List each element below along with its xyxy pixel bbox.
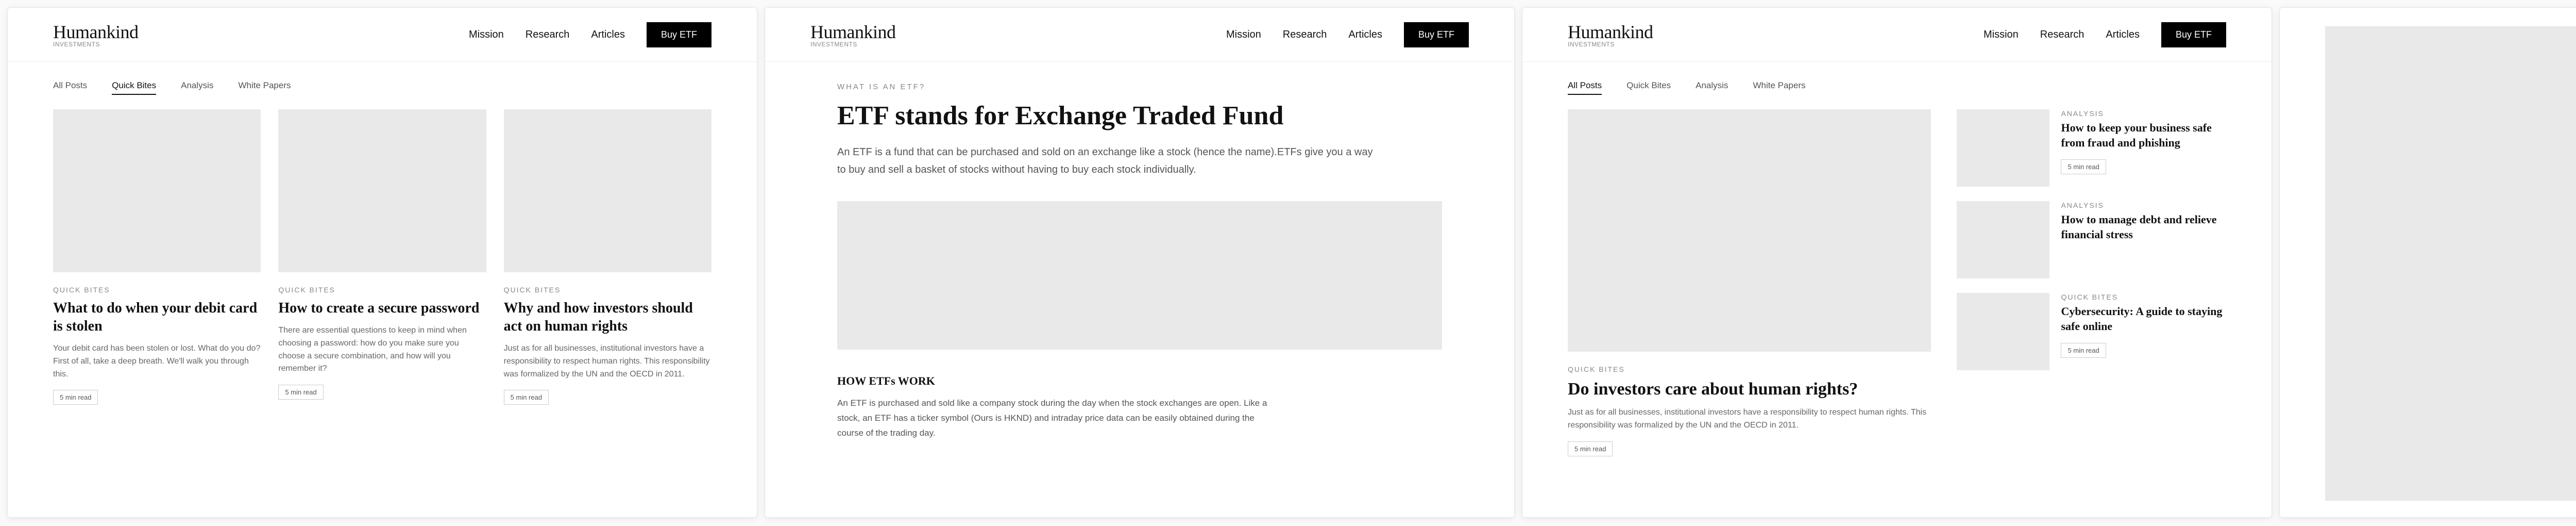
filter-quick[interactable]: Quick Bites <box>112 80 156 95</box>
article-thumbnail <box>1957 201 2049 278</box>
sidebar-article[interactable]: ANALYSIS How to keep your business safe … <box>1957 109 2226 187</box>
category-filter: All Posts Quick Bites Analysis White Pap… <box>1522 62 2272 109</box>
nav-articles[interactable]: Articles <box>2106 29 2140 41</box>
article-title: Cybersecurity: A guide to staying safe o… <box>2061 304 2226 334</box>
article-thumbnail <box>278 109 486 272</box>
article-category: QUICK BITES <box>278 286 486 294</box>
logo[interactable]: Humankind INVESTMENTS <box>1568 21 1653 48</box>
filter-white[interactable]: White Papers <box>238 80 291 95</box>
nav-mission[interactable]: Mission <box>1226 29 1261 41</box>
article-thumbnail <box>1957 109 2049 187</box>
filter-analysis[interactable]: Analysis <box>181 80 213 95</box>
article-excerpt: Just as for all businesses, institutiona… <box>1568 406 1931 432</box>
article-subhead: HOW ETFs WORK <box>837 374 1442 388</box>
article-category: QUICK BITES <box>2061 293 2226 301</box>
wireframe-article: Humankind INVESTMENTS Mission Research A… <box>765 7 1515 518</box>
filter-quick[interactable]: Quick Bites <box>1626 80 1671 95</box>
article-excerpt: There are essential questions to keep in… <box>278 324 486 375</box>
article-card[interactable]: QUICK BITES What to do when your debit c… <box>53 109 261 405</box>
wireframe-blog-feature: Humankind INVESTMENTS Mission Research A… <box>1522 7 2272 518</box>
primary-nav: Mission Research Articles Buy ETF <box>1984 22 2226 47</box>
buy-etf-button[interactable]: Buy ETF <box>647 22 711 47</box>
nav-research[interactable]: Research <box>2040 29 2084 41</box>
benefit-image <box>2325 26 2576 501</box>
primary-nav: Mission Research Articles Buy ETF <box>1226 22 1469 47</box>
filter-analysis[interactable]: Analysis <box>1696 80 1728 95</box>
filter-all[interactable]: All Posts <box>53 80 87 95</box>
article-title: How to create a secure password <box>278 299 486 317</box>
article-category: ANALYSIS <box>2061 109 2226 118</box>
article-category: QUICK BITES <box>53 286 261 294</box>
read-time-pill: 5 min read <box>2061 159 2106 174</box>
sidebar-article[interactable]: ANALYSIS How to manage debt and relieve … <box>1957 201 2226 278</box>
read-time-pill: 5 min read <box>2061 343 2106 358</box>
article-headline: ETF stands for Exchange Traded Fund <box>837 101 1442 131</box>
logo[interactable]: Humankind INVESTMENTS <box>53 21 138 48</box>
article-paragraph: An ETF is purchased and sold like a comp… <box>837 396 1280 441</box>
article-title: Why and how investors should act on huma… <box>504 299 711 335</box>
site-header: Humankind INVESTMENTS Mission Research A… <box>8 8 757 62</box>
article-title: What to do when your debit card is stole… <box>53 299 261 335</box>
nav-articles[interactable]: Articles <box>1348 29 1382 41</box>
buy-etf-button[interactable]: Buy ETF <box>2161 22 2226 47</box>
sidebar-article[interactable]: QUICK BITES Cybersecurity: A guide to st… <box>1957 293 2226 370</box>
article-thumbnail <box>504 109 711 272</box>
primary-nav: Mission Research Articles Buy ETF <box>469 22 711 47</box>
article-thumbnail <box>1957 293 2049 370</box>
filter-white[interactable]: White Papers <box>1753 80 1805 95</box>
nav-research[interactable]: Research <box>526 29 570 41</box>
sidebar-article-list: ANALYSIS How to keep your business safe … <box>1957 109 2226 456</box>
article-title: Do investors care about human rights? <box>1568 380 1931 399</box>
category-filter: All Posts Quick Bites Analysis White Pap… <box>8 62 757 109</box>
nav-research[interactable]: Research <box>1283 29 1327 41</box>
article-body: WHAT IS AN ETF? ETF stands for Exchange … <box>765 62 1514 441</box>
featured-image <box>1568 109 1931 352</box>
read-time-pill: 5 min read <box>504 390 549 405</box>
article-eyebrow: WHAT IS AN ETF? <box>837 83 1442 91</box>
article-category: ANALYSIS <box>2061 201 2226 209</box>
article-card[interactable]: QUICK BITES How to create a secure passw… <box>278 109 486 405</box>
logo[interactable]: Humankind INVESTMENTS <box>810 21 895 48</box>
article-grid: QUICK BITES What to do when your debit c… <box>8 109 757 405</box>
article-title: How to manage debt and relieve financial… <box>2061 212 2226 242</box>
nav-mission[interactable]: Mission <box>469 29 504 41</box>
article-title: How to keep your business safe from frau… <box>2061 121 2226 150</box>
featured-article[interactable]: QUICK BITES Do investors care about huma… <box>1568 109 1931 456</box>
article-card[interactable]: QUICK BITES Why and how investors should… <box>504 109 711 405</box>
article-thumbnail <box>53 109 261 272</box>
article-excerpt: Your debit card has been stolen or lost.… <box>53 342 261 381</box>
filter-all[interactable]: All Posts <box>1568 80 1602 95</box>
nav-articles[interactable]: Articles <box>591 29 625 41</box>
article-lede: An ETF is a fund that can be purchased a… <box>837 143 1373 178</box>
read-time-pill: 5 min read <box>1568 441 1613 456</box>
buy-etf-button[interactable]: Buy ETF <box>1404 22 1469 47</box>
article-category: QUICK BITES <box>504 286 711 294</box>
site-header: Humankind INVESTMENTS Mission Research A… <box>1522 8 2272 62</box>
site-header: Humankind INVESTMENTS Mission Research A… <box>765 8 1514 62</box>
wireframe-blog-index: Humankind INVESTMENTS Mission Research A… <box>7 7 757 518</box>
article-hero-image <box>837 201 1442 350</box>
article-category: QUICK BITES <box>1568 365 1931 373</box>
read-time-pill: 5 min read <box>278 385 323 400</box>
read-time-pill: 5 min read <box>53 390 98 405</box>
article-excerpt: Just as for all businesses, institutiona… <box>504 342 711 381</box>
nav-mission[interactable]: Mission <box>1984 29 2019 41</box>
wireframe-benefits: Lower Risk Unlike owning a single stock,… <box>2279 7 2576 518</box>
